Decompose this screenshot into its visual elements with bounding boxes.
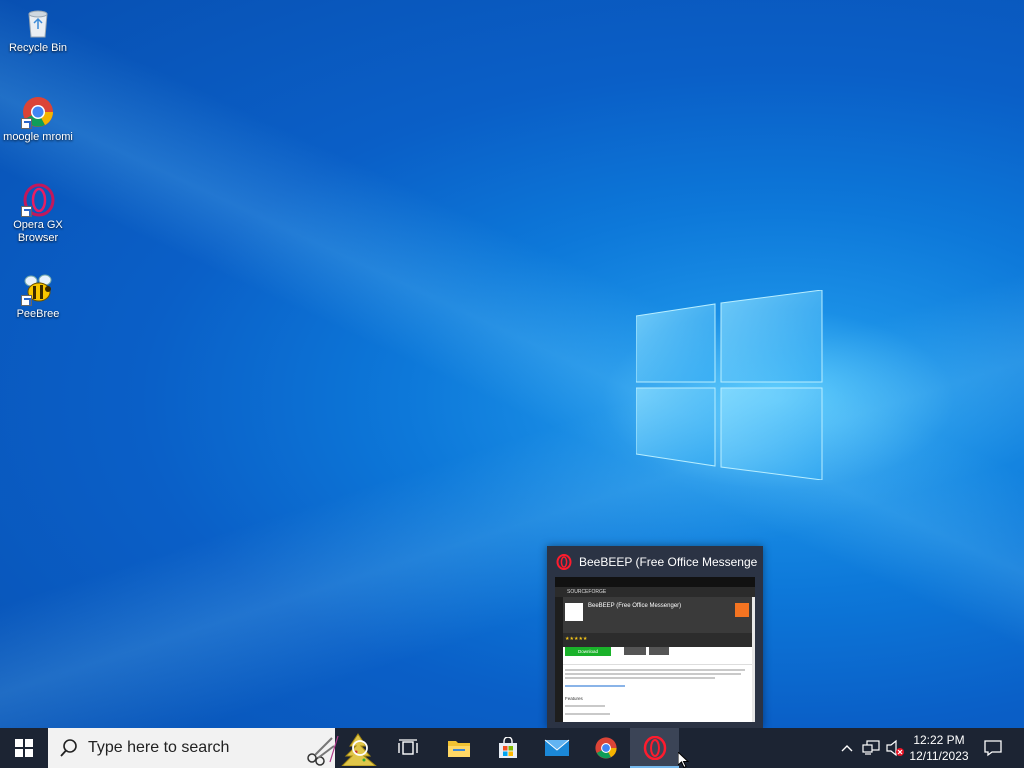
desktop-icon-label: Recycle Bin	[8, 42, 68, 54]
desktop-icon-moogle-mromi[interactable]: moogle mromi	[0, 95, 76, 144]
opera-icon	[643, 736, 666, 760]
desktop-icon-label: moogle mromi	[3, 131, 73, 143]
shortcut-arrow-icon	[21, 118, 32, 129]
desktop-icon-peebree[interactable]: PeeBree	[0, 272, 76, 321]
cortana-button[interactable]	[336, 728, 384, 768]
preview-page-screenshot: SOURCEFORGE BeeBEEP (Free Office Messeng…	[555, 577, 755, 722]
rating-bar: ★★★★★	[563, 633, 755, 647]
beebeep-icon	[21, 272, 55, 306]
taskbar-app-file-explorer[interactable]	[434, 728, 483, 768]
start-button[interactable]	[0, 728, 48, 768]
wallpaper-light-beam	[0, 0, 1024, 768]
action-center-button[interactable]	[978, 728, 1008, 768]
desktop-icon-recycle-bin[interactable]: Recycle Bin	[0, 6, 76, 55]
text-link	[565, 685, 625, 687]
features-heading: Features	[565, 696, 583, 701]
app-author	[588, 618, 589, 622]
shortcut-arrow-icon	[21, 206, 32, 217]
mail-envelope-icon	[544, 739, 569, 756]
app-logo	[565, 603, 583, 621]
site-logo: SOURCEFORGE	[567, 589, 607, 595]
cortana-circle-icon	[352, 740, 368, 756]
text-line	[565, 705, 605, 707]
windows-start-icon	[15, 739, 33, 757]
download-button: Download	[565, 647, 611, 656]
desktop-icon-label: PeeBree	[16, 308, 60, 320]
taskbar: Type here to search 12:22 PM 12/11/2023	[0, 728, 1024, 768]
award-badge	[735, 603, 749, 617]
app-description	[588, 611, 738, 615]
page-tabs	[563, 659, 755, 665]
text-line	[565, 713, 610, 715]
network-ethernet-icon	[862, 740, 880, 755]
taskbar-thumbnail-preview[interactable]: BeeBEEP (Free Office Messenge... SOURCEF…	[547, 546, 763, 728]
store-bag-icon	[498, 737, 517, 758]
rating-stars: ★★★★★	[565, 636, 588, 642]
chrome-icon	[594, 737, 617, 759]
text-line	[565, 669, 745, 671]
windows-wallpaper-logo	[636, 290, 823, 480]
opera-gx-icon	[21, 183, 55, 217]
mouse-pointer-icon	[678, 752, 690, 768]
chrome-icon	[21, 95, 55, 129]
taskbar-clock[interactable]: 12:22 PM 12/11/2023	[898, 728, 980, 768]
text-line	[565, 673, 741, 675]
folder-icon	[447, 741, 470, 757]
task-view-icon	[398, 739, 418, 755]
preview-title: BeeBEEP (Free Office Messenge...	[579, 555, 757, 569]
desktop-icon-opera-gx[interactable]: Opera GX Browser	[0, 183, 76, 245]
opera-icon	[556, 554, 572, 575]
taskbar-app-google-chrome[interactable]	[581, 728, 630, 768]
browser-tab-bar	[555, 577, 755, 587]
clock-time: 12:22 PM	[913, 733, 965, 747]
shortcut-arrow-icon	[21, 295, 32, 306]
taskbar-app-mail[interactable]	[532, 728, 581, 768]
app-name: BeeBEEP (Free Office Messenger)	[588, 603, 682, 609]
browser-sidebar	[555, 597, 563, 722]
task-view-button[interactable]	[384, 728, 432, 768]
notification-icon	[984, 740, 1002, 757]
search-icon	[60, 739, 77, 757]
taskbar-search-box[interactable]: Type here to search	[48, 728, 377, 768]
recycle-bin-icon	[21, 6, 55, 40]
wallpaper-light-beam	[0, 0, 1024, 768]
network-tray-button[interactable]	[860, 728, 882, 768]
taskbar-app-microsoft-store[interactable]	[483, 728, 532, 768]
show-hidden-icons-button[interactable]	[838, 728, 856, 768]
secondary-button	[624, 647, 646, 655]
clock-date: 12/11/2023	[909, 749, 969, 763]
secondary-button	[649, 647, 669, 655]
desktop-icon-label-line2: Browser	[17, 232, 59, 244]
desktop-icon-label-line1: Opera GX	[13, 219, 63, 231]
scrollbar	[752, 597, 755, 722]
search-placeholder: Type here to search	[88, 739, 230, 756]
text-line	[565, 677, 715, 679]
taskbar-app-opera[interactable]	[630, 728, 679, 768]
chevron-up-icon	[841, 745, 853, 752]
